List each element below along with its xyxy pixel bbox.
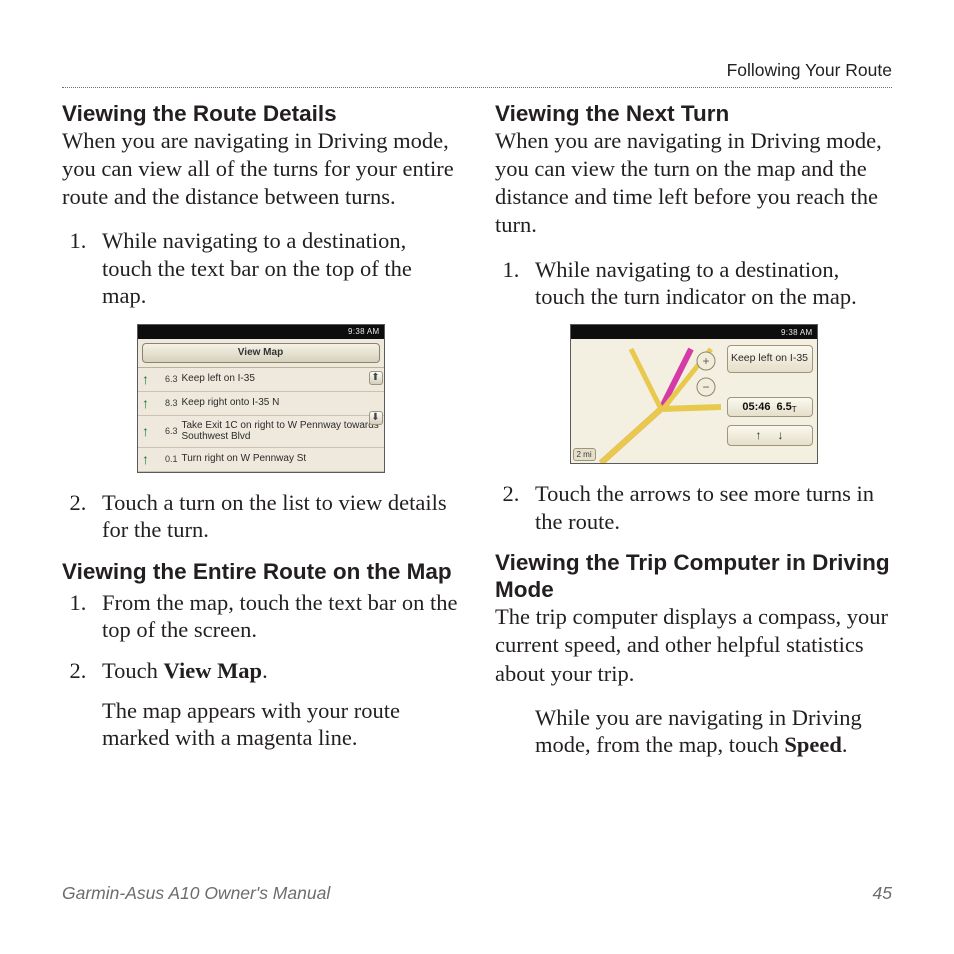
arrow-up-icon: ↑ (140, 395, 152, 411)
right-column: Viewing the Next Turn When you are navig… (495, 98, 892, 766)
screenshot-next-turn: 9:38 AM + − Keep left (570, 324, 818, 464)
turn-list: ↑ 6.3 Keep left on I-35 ↑ 8.3 Keep right… (138, 367, 384, 472)
turn-distance: 6.3 (156, 426, 178, 436)
time-remaining: 05:46 (742, 401, 770, 413)
paragraph: The trip computer displays a compass, yo… (495, 603, 892, 687)
turn-distance: 6.3 (156, 374, 178, 384)
two-column-layout: Viewing the Route Details When you are n… (62, 98, 892, 766)
step-result: The map appears with your route marked w… (102, 697, 459, 752)
heading-trip-computer: Viewing the Trip Computer in Driving Mod… (495, 549, 892, 603)
turn-nav-arrows: ↑ ↓ (727, 425, 813, 446)
turn-indicator[interactable]: Keep left on I-35 (727, 345, 813, 372)
paragraph: When you are navigating in Driving mode,… (495, 127, 892, 240)
page-footer: Garmin-Asus A10 Owner's Manual 45 (62, 883, 892, 904)
status-bar: 9:38 AM (138, 325, 384, 339)
steps-route-details-cont: Touch a turn on the list to view details… (62, 489, 459, 544)
scroll-up-icon[interactable]: ⬆ (369, 371, 383, 385)
turn-row[interactable]: ↑ 6.3 Take Exit 1C on right to W Pennway… (138, 416, 384, 448)
manual-page: Following Your Route Viewing the Route D… (0, 0, 954, 954)
step: While navigating to a destination, touch… (525, 256, 892, 311)
footer-manual-title: Garmin-Asus A10 Owner's Manual (62, 883, 330, 904)
time-distance-card[interactable]: 05:46 6.5T (727, 397, 813, 417)
instruction-block: While you are navigating in Driving mode… (535, 704, 892, 759)
paragraph: When you are navigating in Driving mode,… (62, 127, 459, 211)
view-map-button[interactable]: View Map (142, 343, 380, 363)
step: From the map, touch the text bar on the … (92, 589, 459, 644)
distance-remaining: 6.5T (776, 401, 796, 413)
screenshot-turn-list: 9:38 AM View Map ↑ 6.3 Keep left on I-35… (137, 324, 385, 473)
arrow-up-icon: ↑ (140, 371, 152, 387)
ui-term: View Map (164, 658, 263, 683)
status-bar: 9:38 AM (571, 325, 817, 339)
step: Touch the arrows to see more turns in th… (525, 480, 892, 535)
heading-next-turn: Viewing the Next Turn (495, 100, 892, 127)
turn-instruction: Keep left on I-35 (182, 373, 382, 385)
turn-row[interactable]: ↑ 0.1 Turn right on W Pennway St (138, 448, 384, 472)
instruction-text: . (842, 732, 848, 757)
scroll-down-icon[interactable]: ⬇ (369, 411, 383, 425)
step-text: . (262, 658, 268, 683)
figure-next-turn: 9:38 AM + − Keep left (495, 324, 892, 464)
turn-distance: 8.3 (156, 398, 178, 408)
turn-row[interactable]: ↑ 6.3 Keep left on I-35 (138, 368, 384, 392)
turn-distance: 0.1 (156, 454, 178, 464)
ui-term: Speed (784, 732, 842, 757)
turn-instruction: Turn right on W Pennway St (182, 453, 382, 465)
left-column: Viewing the Route Details When you are n… (62, 98, 459, 766)
footer-page-number: 45 (873, 883, 892, 904)
next-turn-icon[interactable]: ↓ (778, 428, 784, 442)
status-time: 9:38 AM (781, 328, 812, 337)
step-text: Touch (102, 658, 164, 683)
figure-turn-list: 9:38 AM View Map ↑ 6.3 Keep left on I-35… (62, 324, 459, 473)
steps-route-details: While navigating to a destination, touch… (62, 227, 459, 309)
heading-route-details: Viewing the Route Details (62, 100, 459, 127)
svg-text:−: − (702, 380, 709, 394)
steps-next-turn-cont: Touch the arrows to see more turns in th… (495, 480, 892, 535)
svg-text:+: + (702, 354, 709, 368)
scale-indicator: 2 mi (573, 448, 596, 461)
map-area[interactable]: + − Keep left on I-35 05:46 6.5T ↑ ↓ (571, 339, 817, 463)
step: While navigating to a destination, touch… (92, 227, 459, 309)
running-head: Following Your Route (62, 60, 892, 88)
heading-entire-route: Viewing the Entire Route on the Map (62, 558, 459, 585)
turn-instruction: Take Exit 1C on right to W Pennway towar… (182, 420, 382, 443)
arrow-up-icon: ↑ (140, 423, 152, 439)
step: Touch View Map. The map appears with you… (92, 657, 459, 751)
turn-instruction: Keep right onto I-35 N (182, 397, 382, 409)
turn-row[interactable]: ↑ 8.3 Keep right onto I-35 N (138, 392, 384, 416)
step: Touch a turn on the list to view details… (92, 489, 459, 544)
arrow-up-icon: ↑ (140, 451, 152, 467)
scroll-buttons: ⬆ ⬇ (368, 368, 384, 425)
prev-turn-icon[interactable]: ↑ (756, 428, 762, 442)
steps-entire-route: From the map, touch the text bar on the … (62, 589, 459, 752)
status-time: 9:38 AM (348, 327, 379, 336)
steps-next-turn: While navigating to a destination, touch… (495, 256, 892, 311)
